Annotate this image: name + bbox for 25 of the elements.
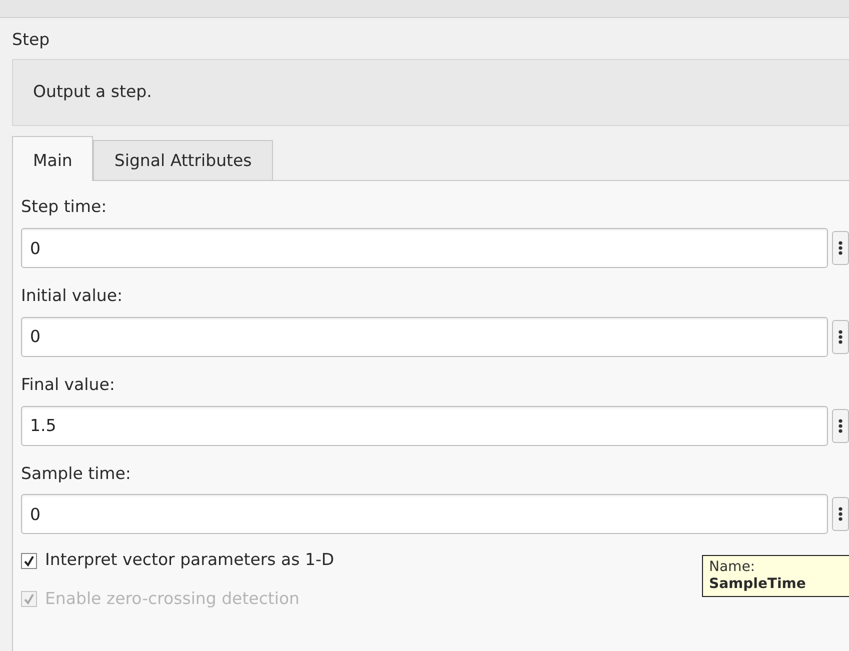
more-options-button[interactable] [832,320,849,354]
tab[interactable]: Signal Attributes [93,140,273,180]
field-label: Initial value: [21,285,123,307]
field-label: Step time: [21,196,107,218]
checkbox[interactable] [21,552,37,569]
more-options-button[interactable] [832,408,849,442]
vertical-dots-icon [838,418,843,434]
checkbox-label: Interpret vector parameters as 1-D [45,549,334,572]
tooltip-label: Name: [709,559,756,576]
tooltip-value: SampleTime [709,576,807,593]
tab[interactable]: Main [12,136,94,182]
vertical-dots-icon [838,240,843,256]
vertical-dots-icon [838,506,843,522]
input-field[interactable]: 0 [21,316,828,357]
vertical-dots-icon [838,328,843,345]
more-options-button[interactable] [832,497,849,532]
input-field[interactable]: 1.5 [21,406,828,446]
block-title: Step [12,29,50,51]
input-field[interactable]: 0 [21,228,828,268]
checkbox-label: Enable zero-crossing detection [45,588,300,610]
input-field[interactable]: 0 [21,494,828,534]
more-options-button[interactable] [832,231,849,265]
block-description: Output a step. [12,58,849,126]
field-label: Final value: [21,374,115,396]
field-label: Sample time: [21,462,131,484]
